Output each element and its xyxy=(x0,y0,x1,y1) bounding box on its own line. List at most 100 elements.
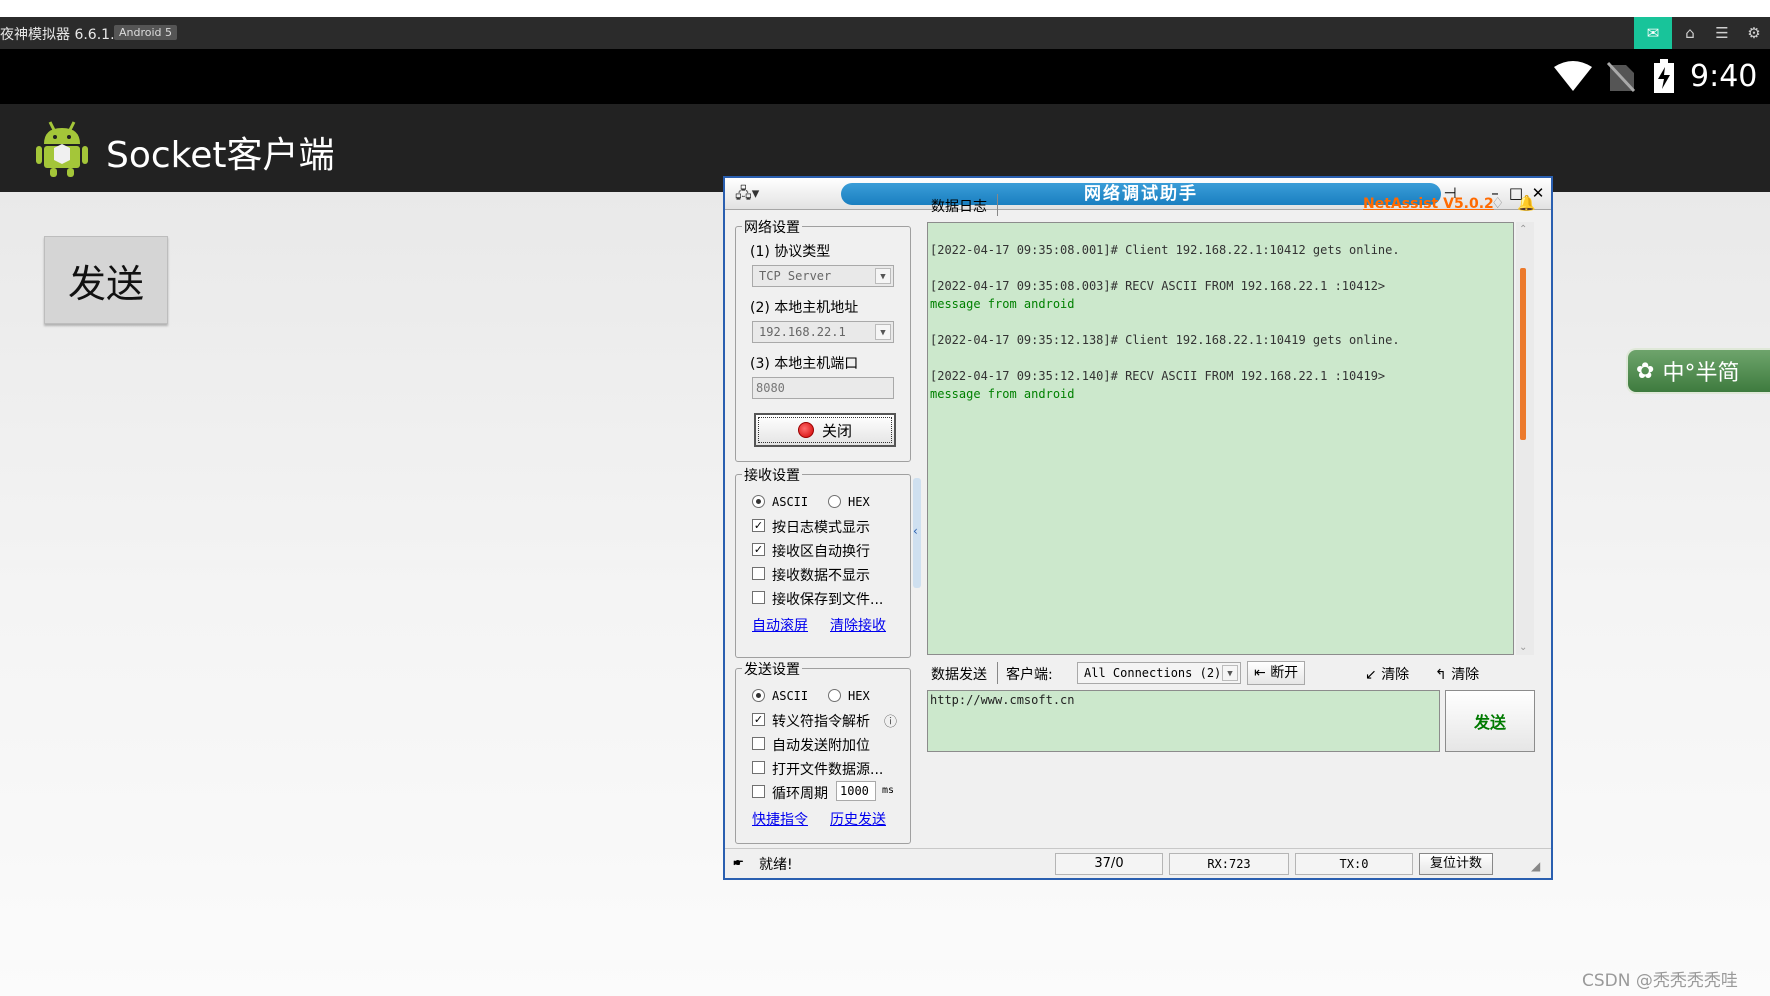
send-button[interactable]: 发送 xyxy=(1445,690,1535,752)
scroll-up-icon[interactable]: ⌃ xyxy=(1519,224,1527,235)
emulator-title: 夜神模拟器 6.6.1.1 xyxy=(0,27,124,43)
send-text: http://www.cmsoft.cn xyxy=(930,693,1075,707)
recv-option-3-label: 接收保存到文件... xyxy=(772,592,884,608)
rx-counter: RX:723 xyxy=(1169,853,1289,875)
arrow-left-icon: ⇤ xyxy=(1254,665,1266,681)
log-line: [2022-04-17 09:35:12.138]# Client 192.16… xyxy=(930,333,1400,347)
clear-send-button[interactable]: ↰ 清除 xyxy=(1435,664,1479,684)
android-send-button[interactable]: 发送 xyxy=(44,236,168,324)
log-line: [2022-04-17 09:35:08.001]# Client 192.16… xyxy=(930,243,1400,257)
recv-option-2-checkbox[interactable] xyxy=(752,567,765,580)
android-robot-icon xyxy=(36,121,88,177)
log-line: [2022-04-17 09:35:12.140]# RECV ASCII FR… xyxy=(930,369,1386,383)
chevron-down-icon: ▼ xyxy=(1222,665,1238,681)
resize-grip-icon[interactable]: ◢ xyxy=(1531,859,1540,873)
home-icon[interactable]: ⌂ xyxy=(1674,17,1706,49)
gear-icon[interactable]: ⚙ xyxy=(1738,17,1770,49)
collapse-chevron-icon: ‹ xyxy=(913,524,918,538)
tab-data-log[interactable]: 数据日志 xyxy=(931,196,987,216)
send-option-3-checkbox[interactable] xyxy=(752,785,765,798)
host-select[interactable]: 192.168.22.1 ▼ xyxy=(752,321,894,343)
flower-icon: ✿ xyxy=(1636,358,1655,384)
clear-receive-button[interactable]: ↙ 清除 xyxy=(1365,664,1409,684)
protocol-select[interactable]: TCP Server ▼ xyxy=(752,265,894,287)
client-label: 客户端: xyxy=(1006,667,1053,683)
ime-toolbar[interactable]: ✿ 中°半简 xyxy=(1626,348,1770,394)
close-connection-button[interactable]: 关闭 xyxy=(754,413,896,447)
info-icon[interactable]: ⓘ xyxy=(884,711,897,730)
bell-icon[interactable]: 🔔 xyxy=(1517,194,1536,212)
port-label: (3) 本地主机端口 xyxy=(750,356,859,372)
menu-icon[interactable]: ☰ xyxy=(1706,17,1738,49)
clear-send-icon: ↰ xyxy=(1435,667,1447,683)
wifi-icon xyxy=(1554,61,1592,91)
tab-data-send[interactable]: 数据发送 xyxy=(931,664,987,684)
android-version-badge: Android 5 xyxy=(114,25,178,40)
send-history-link[interactable]: 历史发送 xyxy=(830,809,886,829)
log-message: message from android xyxy=(930,297,1075,311)
protocol-label: (1) 协议类型 xyxy=(750,244,831,260)
scrollbar-thumb[interactable] xyxy=(1520,268,1526,440)
clear-receive-link[interactable]: 清除接收 xyxy=(830,615,886,635)
panel-splitter[interactable]: ‹ xyxy=(913,478,921,588)
chevron-down-icon: ▼ xyxy=(875,268,891,284)
network-settings-title: 网络设置 xyxy=(742,217,802,237)
version-link[interactable]: NetAssist V5.0.2 xyxy=(1363,196,1494,212)
disconnect-button[interactable]: ⇤ 断开 xyxy=(1247,661,1306,685)
send-option-0-checkbox[interactable]: ✓ xyxy=(752,713,765,726)
send-ascii-radio[interactable] xyxy=(752,689,765,702)
send-option-1-label: 自动发送附加位 xyxy=(772,738,870,754)
recv-option-0-checkbox[interactable]: ✓ xyxy=(752,519,765,532)
recv-option-1-label: 接收区自动换行 xyxy=(772,544,870,560)
client-select[interactable]: All Connections (2) ▼ xyxy=(1077,662,1241,684)
chevron-down-icon: ▼ xyxy=(875,324,891,340)
reset-count-button[interactable]: 复位计数 xyxy=(1419,853,1493,875)
recv-option-1-checkbox[interactable]: ✓ xyxy=(752,543,765,556)
send-settings-group: 发送设置 ASCII HEX ✓ 转义符指令解析 ⓘ 自动发送附加位 打开文件数… xyxy=(735,659,911,844)
status-led-icon xyxy=(797,422,814,438)
mail-icon[interactable]: ✉ xyxy=(1634,17,1672,49)
cycle-period-input[interactable]: 1000 xyxy=(836,781,876,801)
scroll-down-icon[interactable]: ⌄ xyxy=(1519,642,1527,653)
diamond-icon[interactable]: ♢ xyxy=(1491,194,1504,212)
recv-hex-label: HEX xyxy=(848,495,870,509)
send-option-2-checkbox[interactable] xyxy=(752,761,765,774)
tx-counter: TX:0 xyxy=(1295,853,1413,875)
screen: 夜神模拟器 6.6.1.1 Android 5 ✉ ⌂ ☰ ⚙ 9:40 Soc… xyxy=(0,0,1770,996)
log-line: [2022-04-17 09:35:08.003]# RECV ASCII FR… xyxy=(930,279,1386,293)
port-input[interactable]: 8080 xyxy=(752,377,894,399)
send-option-2-label: 打开文件数据源... xyxy=(772,762,884,778)
recv-option-2-label: 接收数据不显示 xyxy=(772,568,870,584)
count-status: 37/0 xyxy=(1055,853,1163,875)
recv-option-3-checkbox[interactable] xyxy=(752,591,765,604)
emulator-toolbar: 夜神模拟器 6.6.1.1 Android 5 ✉ ⌂ ☰ ⚙ xyxy=(0,17,1770,49)
recv-hex-radio[interactable] xyxy=(828,495,841,508)
send-hex-radio[interactable] xyxy=(828,689,841,702)
send-option-0-label: 转义符指令解析 xyxy=(772,714,870,730)
status-clock: 9:40 xyxy=(1690,59,1758,94)
recv-ascii-radio[interactable] xyxy=(752,495,765,508)
ready-status: 就绪! xyxy=(759,857,793,873)
shortcut-commands-link[interactable]: 快捷指令 xyxy=(752,809,808,829)
ready-icon: 🖝 xyxy=(733,854,744,870)
netassist-window: 🖧▾ 网络调试助手 ⊣ – □ ✕ 网络设置 (1) 协议类型 TCP Serv… xyxy=(723,176,1553,880)
ime-label: 中°半简 xyxy=(1662,361,1740,386)
no-sim-icon xyxy=(1606,61,1636,93)
autoscroll-link[interactable]: 自动滚屏 xyxy=(752,615,808,635)
tab-divider xyxy=(997,194,998,216)
android-status-bar: 9:40 xyxy=(0,49,1770,104)
network-menu-icon[interactable]: 🖧▾ xyxy=(735,183,759,208)
send-hex-label: HEX xyxy=(848,689,870,703)
log-message: message from android xyxy=(930,387,1075,401)
send-option-3-label: 循环周期 xyxy=(772,786,828,802)
log-scrollbar[interactable]: ⌃ ⌄ xyxy=(1516,222,1534,655)
app-title: Socket客户端 xyxy=(106,135,335,176)
send-ascii-label: ASCII xyxy=(772,689,809,703)
receive-log-area[interactable]: [2022-04-17 09:35:08.001]# Client 192.16… xyxy=(927,222,1514,655)
tab-divider xyxy=(997,662,998,684)
receive-settings-group: 接收设置 ASCII HEX ✓ 按日志模式显示 ✓ 接收区自动换行 接收数据不… xyxy=(735,465,911,658)
battery-charging-icon xyxy=(1654,59,1674,93)
send-option-1-checkbox[interactable] xyxy=(752,737,765,750)
receive-settings-title: 接收设置 xyxy=(742,465,802,485)
send-input-area[interactable]: http://www.cmsoft.cn xyxy=(927,690,1440,752)
